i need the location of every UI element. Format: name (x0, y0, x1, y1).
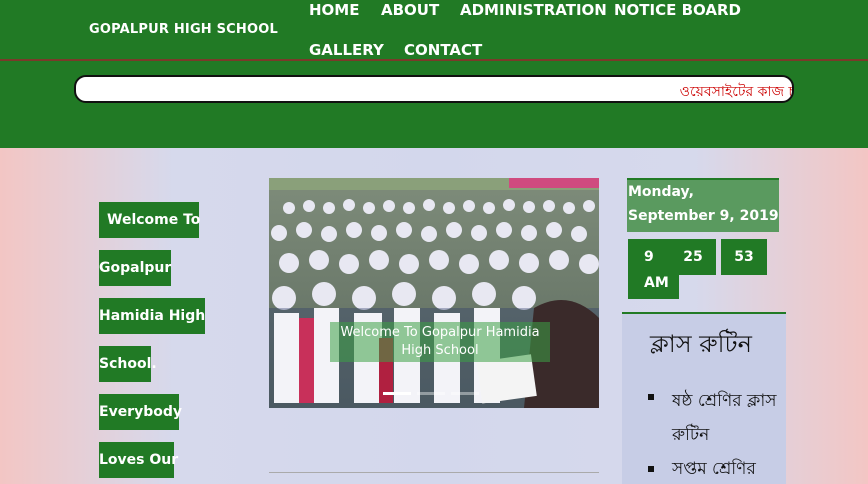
carousel-indicators (383, 380, 485, 399)
carousel-dot-3[interactable] (451, 392, 479, 395)
carousel-caption: Welcome To Gopalpur Hamidia High School (330, 322, 550, 362)
welcome-line-2: Gopalpur (99, 250, 171, 286)
list-bullet-icon (648, 466, 654, 472)
routine-title: ক্লাস রুটিন (650, 330, 752, 358)
news-ticker[interactable]: ওয়েবসাইটের কাজ চ (74, 75, 794, 103)
list-bullet-icon (648, 394, 654, 400)
class-routine-panel: ক্লাস রুটিন ষষ্ঠ শ্রেণির ক্লাস রুটিন সপ্… (622, 312, 786, 484)
image-carousel[interactable]: Welcome To Gopalpur Hamidia High School (269, 178, 599, 408)
carousel-dot-1[interactable] (383, 392, 411, 395)
current-date: Monday, September 9, 2019 (627, 178, 779, 232)
welcome-line-6: Loves Our (99, 442, 178, 478)
ticker-text: ওয়েবসাইটের কাজ চ (679, 84, 794, 100)
content-divider (269, 472, 599, 473)
welcome-line-1: Welcome To (99, 202, 200, 238)
carousel-photo (269, 178, 599, 408)
routine-link-class-6[interactable]: ষষ্ঠ শ্রেণির ক্লাস রুটিন (672, 384, 782, 452)
welcome-line-5: Everybody (99, 394, 182, 430)
site-brand[interactable]: GOPALPUR HIGH SCHOOL (89, 22, 278, 37)
clock-second: 53 (721, 239, 767, 275)
nav-administration[interactable]: ADMINISTRATION (460, 1, 607, 19)
clock-ampm: AM (628, 267, 679, 299)
header-divider (0, 59, 868, 61)
carousel-dot-2[interactable] (417, 392, 445, 395)
nav-gallery[interactable]: GALLERY (309, 41, 384, 59)
nav-contact[interactable]: CONTACT (404, 41, 482, 59)
welcome-line-3: Hamidia High (99, 298, 205, 334)
nav-home[interactable]: HOME (309, 1, 359, 19)
nav-notice-board[interactable]: NOTICE BOARD (614, 1, 741, 19)
nav-about[interactable]: ABOUT (381, 1, 439, 19)
welcome-line-4: School. (99, 346, 157, 382)
